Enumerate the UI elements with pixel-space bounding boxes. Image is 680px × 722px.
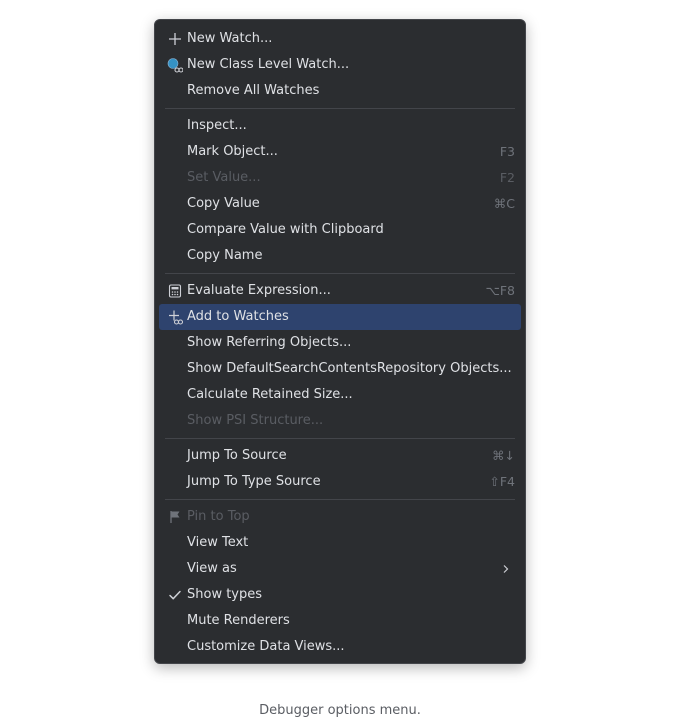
menu-item-label: New Watch... — [187, 31, 273, 46]
menu-separator — [165, 499, 515, 500]
menu-item-copy-value[interactable]: Copy Value ⌘C — [159, 191, 521, 217]
menu-item-shortcut: ⌥F8 — [485, 283, 515, 298]
menu-item-label: Customize Data Views... — [187, 639, 345, 654]
menu-item-new-class-level-watch[interactable]: New Class Level Watch... — [159, 52, 521, 78]
menu-item-inspect[interactable]: Inspect... — [159, 113, 521, 139]
menu-item-label: Mute Renderers — [187, 613, 290, 628]
menu-item-label: Show DefaultSearchContentsRepository Obj… — [187, 361, 512, 376]
menu-item-shortcut: ⌘C — [493, 196, 515, 211]
menu-separator — [165, 108, 515, 109]
menu-separator — [165, 273, 515, 274]
debugger-options-menu: New Watch... New Class Level Watch... Remo… — [154, 19, 526, 664]
menu-item-mark-object[interactable]: Mark Object... F3 — [159, 139, 521, 165]
menu-item-shortcut: F3 — [499, 144, 515, 159]
class-watch-icon — [167, 57, 183, 73]
menu-item-view-as[interactable]: View as — [159, 556, 521, 582]
menu-item-label: Jump To Source — [187, 448, 287, 463]
menu-item-label: View as — [187, 561, 237, 576]
menu-item-label: Add to Watches — [187, 309, 289, 324]
calculator-icon — [167, 283, 183, 299]
menu-item-calculate-retained-size[interactable]: Calculate Retained Size... — [159, 382, 521, 408]
menu-item-label: Evaluate Expression... — [187, 283, 331, 298]
menu-separator — [165, 438, 515, 439]
checkmark-icon — [167, 587, 183, 603]
menu-item-show-psi-structure: Show PSI Structure... — [159, 408, 521, 434]
menu-item-label: Pin to Top — [187, 509, 250, 524]
menu-item-label: Set Value... — [187, 170, 261, 185]
menu-item-label: Show types — [187, 587, 263, 602]
menu-item-label: Calculate Retained Size... — [187, 387, 353, 402]
menu-item-view-text[interactable]: View Text — [159, 530, 521, 556]
menu-item-label: Jump To Type Source — [187, 474, 321, 489]
menu-item-evaluate-expression[interactable]: Evaluate Expression... ⌥F8 — [159, 278, 521, 304]
add-watch-icon — [167, 309, 183, 325]
menu-item-copy-name[interactable]: Copy Name — [159, 243, 521, 269]
menu-item-show-defaultsearchcontentsrepository-objects[interactable]: Show DefaultSearchContentsRepository Obj… — [159, 356, 521, 382]
menu-item-compare-value-with-clipboard[interactable]: Compare Value with Clipboard — [159, 217, 521, 243]
menu-item-jump-to-source[interactable]: Jump To Source ⌘↓ — [159, 443, 521, 469]
menu-item-label: View Text — [187, 535, 249, 550]
menu-item-customize-data-views[interactable]: Customize Data Views... — [159, 634, 521, 660]
menu-item-label: Show Referring Objects... — [187, 335, 352, 350]
menu-item-label: Copy Value — [187, 196, 260, 211]
menu-item-label: Show PSI Structure... — [187, 413, 324, 428]
menu-item-show-types[interactable]: Show types — [159, 582, 521, 608]
menu-item-new-watch[interactable]: New Watch... — [159, 26, 521, 52]
chevron-right-icon — [501, 564, 511, 574]
menu-item-show-referring-objects[interactable]: Show Referring Objects... — [159, 330, 521, 356]
flag-icon — [167, 509, 183, 525]
menu-item-remove-all-watches[interactable]: Remove All Watches — [159, 78, 521, 104]
menu-item-add-to-watches[interactable]: Add to Watches — [159, 304, 521, 330]
menu-item-set-value: Set Value... F2 — [159, 165, 521, 191]
menu-item-jump-to-type-source[interactable]: Jump To Type Source ⇧F4 — [159, 469, 521, 495]
menu-item-shortcut: ⇧F4 — [489, 474, 515, 489]
menu-item-label: Inspect... — [187, 118, 247, 133]
menu-item-mute-renderers[interactable]: Mute Renderers — [159, 608, 521, 634]
menu-item-label: Compare Value with Clipboard — [187, 222, 384, 237]
plus-icon — [167, 31, 183, 47]
menu-item-shortcut: F2 — [499, 170, 515, 185]
menu-item-shortcut: ⌘↓ — [492, 448, 515, 463]
menu-item-pin-to-top: Pin to Top — [159, 504, 521, 530]
figure-caption: Debugger options menu. — [259, 703, 421, 718]
menu-item-label: Mark Object... — [187, 144, 278, 159]
menu-item-label: Copy Name — [187, 248, 263, 263]
menu-item-label: Remove All Watches — [187, 83, 320, 98]
menu-item-label: New Class Level Watch... — [187, 57, 350, 72]
